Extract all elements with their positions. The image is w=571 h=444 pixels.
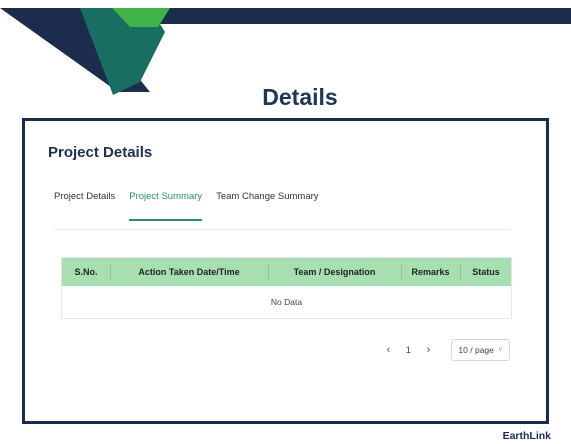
- empty-state-text: No Data: [270, 297, 303, 307]
- table-header: S.No. Action Taken Date/Time Team / Desi…: [62, 258, 511, 286]
- header-bar: [150, 8, 571, 24]
- card-title: Project Details: [48, 144, 153, 161]
- tab-project-details[interactable]: Project Details: [54, 191, 115, 221]
- tabs-divider: [54, 229, 511, 230]
- chevron-down-icon: ∨: [497, 346, 503, 353]
- column-header-sno: S.No.: [74, 267, 98, 277]
- pagination: ‹ 1 › 10 / page ∨: [377, 339, 510, 361]
- tab-project-summary[interactable]: Project Summary: [129, 191, 202, 221]
- summary-table: S.No. Action Taken Date/Time Team / Desi…: [61, 257, 512, 319]
- column-header-remarks: Remarks: [401, 258, 460, 286]
- page-size-select[interactable]: 10 / page ∨: [451, 339, 510, 361]
- page-title: Details: [262, 84, 338, 110]
- page-number[interactable]: 1: [399, 345, 417, 355]
- company-logo: [0, 8, 170, 95]
- next-page-icon[interactable]: ›: [417, 344, 439, 356]
- page-size-value: 10 / page: [458, 345, 494, 355]
- tab-bar: Project Details Project Summary Team Cha…: [54, 191, 333, 221]
- tab-team-change-summary[interactable]: Team Change Summary: [216, 191, 318, 221]
- column-header-team: Team / Designation: [268, 258, 401, 286]
- project-details-panel: Project Details Project Details Project …: [22, 118, 549, 424]
- brand-label: EarthLink: [502, 430, 551, 442]
- column-header-action-date: Action Taken Date/Time: [110, 258, 268, 286]
- column-header-status: Status: [460, 258, 512, 286]
- prev-page-icon[interactable]: ‹: [377, 344, 399, 356]
